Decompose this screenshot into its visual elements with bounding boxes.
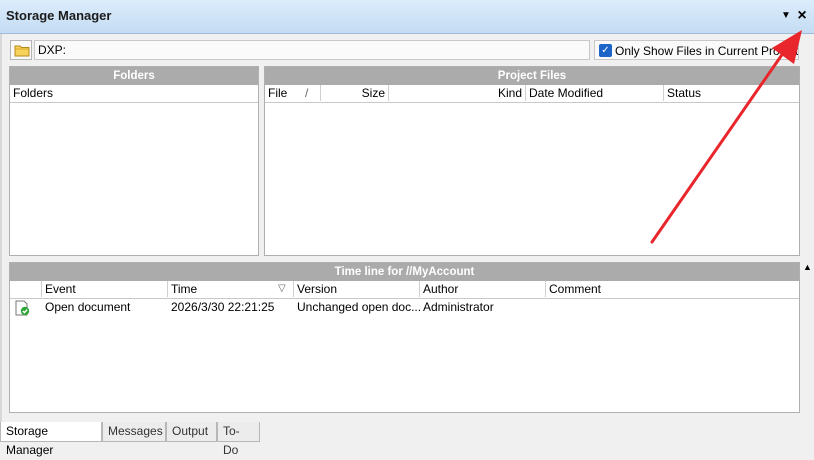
window-title: Storage Manager <box>6 8 112 23</box>
project-files-column-row: File / Size Kind Date Modified Status <box>265 85 799 103</box>
timeline-panel-header: Time line for //MyAccount <box>10 263 799 281</box>
column-header-author[interactable]: Author <box>420 281 546 297</box>
column-header-time[interactable]: Time ▽ <box>168 281 294 297</box>
tab-messages[interactable]: Messages <box>102 422 166 442</box>
timeline-column-row: Event Time ▽ Version Author Comment <box>10 281 799 299</box>
column-header-size[interactable]: Size <box>321 85 389 101</box>
dropdown-triangle-icon[interactable]: ▼ <box>779 9 793 23</box>
column-header-icon[interactable] <box>10 281 42 297</box>
column-header-folders[interactable]: Folders <box>10 85 258 101</box>
table-row[interactable]: Open document 2026/3/30 22:21:25 Unchang… <box>10 299 799 316</box>
sort-descending-icon: ▽ <box>278 283 286 294</box>
left-edge-divider <box>0 34 2 424</box>
title-bar: Storage Manager ▼ × <box>0 0 814 34</box>
checkmark-icon[interactable]: ✓ <box>599 44 612 57</box>
folder-icon <box>14 45 30 57</box>
tab-to-do[interactable]: To-Do <box>217 422 260 457</box>
comment-cell <box>546 299 805 316</box>
project-files-panel: Project Files File / Size Kind Date Modi… <box>264 66 800 256</box>
only-show-files-label: Only Show Files in Current Project <box>615 44 799 58</box>
timeline-panel: Time line for //MyAccount Event Time ▽ V… <box>9 262 800 413</box>
collapse-up-icon[interactable]: ▲ <box>803 262 813 272</box>
column-header-time-label: Time <box>171 282 198 296</box>
column-header-date-modified[interactable]: Date Modified <box>526 85 664 101</box>
column-header-file[interactable]: File / <box>265 85 321 101</box>
close-icon[interactable]: × <box>795 8 809 24</box>
tab-storage-manager[interactable]: Storage Manager <box>0 422 102 457</box>
bottom-tab-bar: Storage Manager Messages Output To-Do <box>0 422 814 457</box>
path-input[interactable] <box>34 40 590 60</box>
column-header-file-label: File <box>268 86 288 100</box>
column-header-kind[interactable]: Kind <box>389 85 526 101</box>
sort-indicator-icon: / <box>305 86 309 100</box>
folders-panel: Folders Folders <box>9 66 259 256</box>
version-cell: Unchanged open doc... <box>297 300 422 314</box>
column-header-comment[interactable]: Comment <box>546 281 799 297</box>
browse-folder-button[interactable] <box>10 40 32 60</box>
column-header-event[interactable]: Event <box>42 281 168 297</box>
event-cell: Open document <box>45 300 131 314</box>
folders-panel-header: Folders <box>10 67 258 85</box>
column-header-status[interactable]: Status <box>664 85 799 101</box>
author-cell: Administrator <box>423 300 494 314</box>
only-show-files-checkbox[interactable]: ✓ Only Show Files in Current Project <box>594 40 799 60</box>
time-cell: 2026/3/30 22:21:25 <box>171 300 275 314</box>
column-header-version[interactable]: Version <box>294 281 420 297</box>
tab-output[interactable]: Output <box>166 422 217 442</box>
project-files-panel-header: Project Files <box>265 67 799 85</box>
folders-column-row: Folders <box>10 85 258 103</box>
